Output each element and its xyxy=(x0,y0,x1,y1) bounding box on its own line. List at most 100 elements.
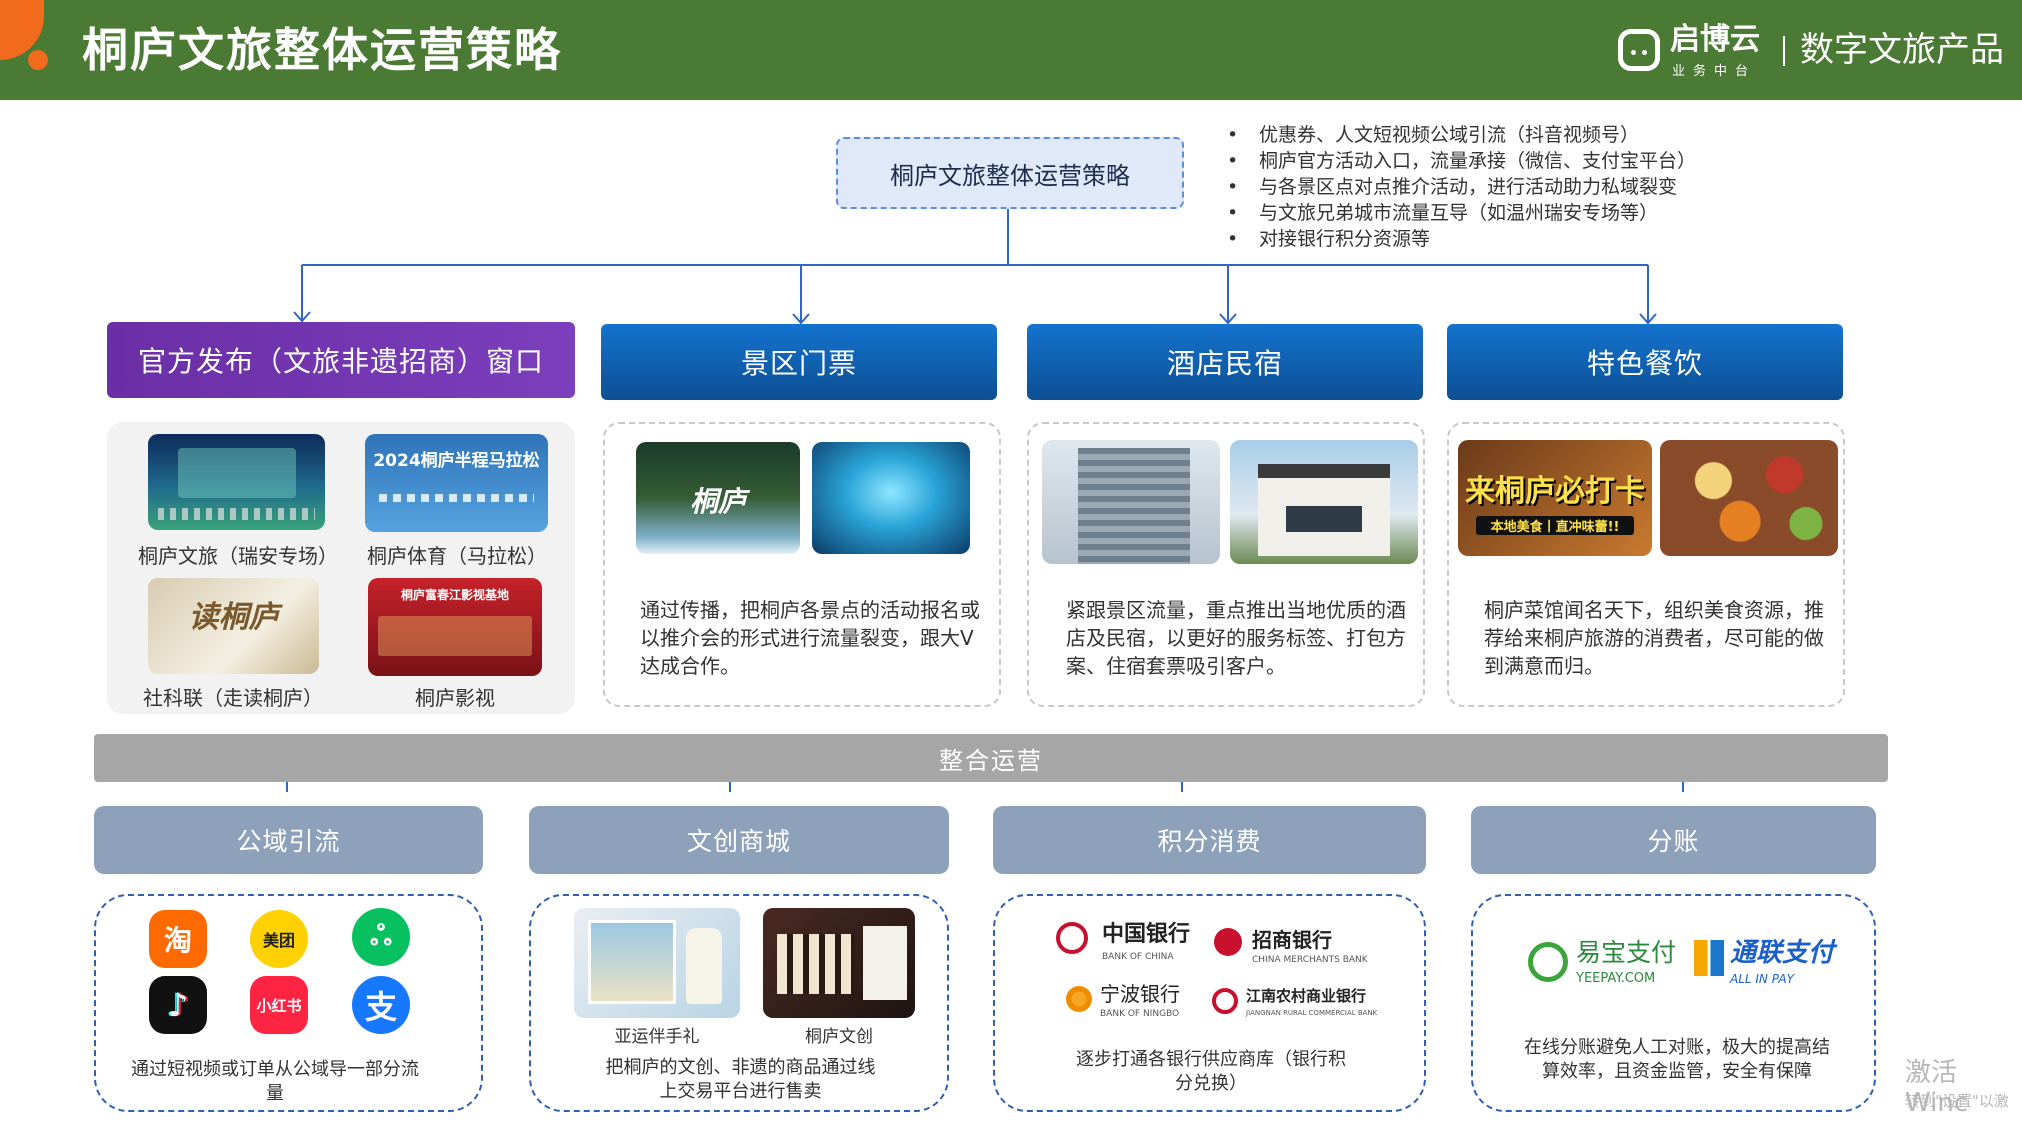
category-dining: 特色餐饮 xyxy=(1447,324,1843,400)
taobao-glyph: 淘 xyxy=(163,924,192,957)
bank-name-en: BANK OF NINGBO xyxy=(1100,1009,1180,1019)
alipay-glyph: 支 xyxy=(364,988,397,1026)
mall-caption: 桐庐文创 xyxy=(805,1027,873,1047)
split-description: 在线分账避免人工对账，极大的提高结算效率，且资金监管，安全有保障 xyxy=(1524,1037,1830,1082)
meituan-glyph: 美团 xyxy=(262,931,295,950)
official-caption: 社科联（走读桐庐） xyxy=(143,686,323,710)
marathon-image-text: 2024桐庐半程马拉松 xyxy=(373,451,540,471)
strategy-root-box: 桐庐文旅整体运营策略 xyxy=(836,137,1184,209)
logo-subtitle: 业务中台 xyxy=(1672,64,1757,79)
official-caption: 桐庐文旅（瑞安专场） xyxy=(138,544,338,568)
sub-mall-label: 文创商城 xyxy=(686,827,791,856)
sub-split-label: 分账 xyxy=(1647,827,1700,856)
qiboyun-logo-icon xyxy=(1618,29,1660,71)
payment-name: 易宝支付 xyxy=(1576,938,1677,967)
official-caption: 桐庐体育（马拉松） xyxy=(367,544,547,568)
ruian-event-image xyxy=(148,434,325,530)
tonglu-waterfall-image: 桐庐 xyxy=(636,442,800,554)
points-description: 逐步打通各银行供应商库（银行积分兑换） xyxy=(1076,1049,1346,1094)
sub-creative-mall: 文创商城 xyxy=(529,806,949,874)
film-base-image: 桐庐富春江影视基地 xyxy=(368,578,542,676)
cave-scenic-image xyxy=(812,442,970,554)
strategy-bullet: 对接银行积分资源等 xyxy=(1227,226,1696,252)
sub-points-label: 积分消费 xyxy=(1157,827,1262,856)
channels-glyph: ஃ xyxy=(370,918,392,952)
mall-caption: 亚运伴手礼 xyxy=(614,1027,700,1047)
bank-of-china: 中国银行 BANK OF CHINA xyxy=(1102,924,1190,968)
mall-description: 把桐庐的文创、非遗的商品通过线上交易平台进行售卖 xyxy=(605,1057,876,1102)
must-visit-food-image: 来桐庐必打卡 本地美食丨直冲味蕾!! xyxy=(1458,440,1652,556)
bank-name: 宁波银行 xyxy=(1100,982,1180,1006)
wechat-channels-icon: ஃ xyxy=(352,908,410,966)
food-image-title: 来桐庐必打卡 xyxy=(1465,474,1645,509)
xiaohongshu-glyph: 小红书 xyxy=(256,996,302,1015)
china-merchants-bank: 招商银行 CHINA MERCHANTS BANK xyxy=(1252,930,1368,970)
bank-name-en: CHINA MERCHANTS BANK xyxy=(1252,955,1368,965)
category-official: 官方发布（文旅非遗招商）窗口 xyxy=(107,322,575,398)
read-tonglu-image-text: 读桐庐 xyxy=(188,600,279,635)
strategy-bullet: 与各景区点对点推介活动，进行活动助力私域裂变 xyxy=(1227,174,1696,200)
category-dining-label: 特色餐饮 xyxy=(1586,347,1703,380)
page-title: 桐庐文旅整体运营策略 xyxy=(82,23,562,77)
tonglu-creative-image xyxy=(763,908,915,1018)
bank-name: 中国银行 xyxy=(1102,922,1191,947)
bank-of-ningbo-logo-icon xyxy=(1066,986,1092,1012)
hotel-building-image xyxy=(1042,440,1220,564)
category-tickets: 景区门票 xyxy=(601,324,997,400)
category-hotels: 酒店民宿 xyxy=(1027,324,1423,400)
payment-name-en: ALL IN PAY xyxy=(1730,972,1794,986)
category-hotels-label: 酒店民宿 xyxy=(1166,347,1283,380)
read-tonglu-image: 读桐庐 xyxy=(148,578,319,674)
payment-name: 通联支付 xyxy=(1730,938,1835,968)
public-description: 通过短视频或订单从公域导一部分流量 xyxy=(131,1059,419,1104)
yeepay-logo-icon xyxy=(1528,942,1568,982)
integration-label: 整合运营 xyxy=(939,746,1043,775)
bank-name: 江南农村商业银行 xyxy=(1246,987,1367,1005)
header-divider xyxy=(1783,36,1785,66)
payment-name-en: YEEPAY.COM xyxy=(1576,971,1656,986)
bank-of-china-logo-icon xyxy=(1056,922,1088,954)
jiangnan-rural-commercial-bank: 江南农村商业银行 JIANGNAN RURAL COMMERCIAL BANK xyxy=(1246,988,1377,1022)
xiaohongshu-icon: 小红书 xyxy=(250,976,308,1034)
sub-public-traffic: 公域引流 xyxy=(94,806,483,874)
cmb-logo-icon xyxy=(1214,928,1242,956)
tickets-description: 通过传播，把桐庐各景点的活动报名或以推介会的形式进行流量裂变，跟大V达成合作。 xyxy=(640,598,980,678)
local-dishes-image xyxy=(1660,440,1838,556)
bank-name-en: BANK OF CHINA xyxy=(1102,952,1174,962)
strategy-bullet: 与文旅兄弟城市流量互导（如温州瑞安专场等） xyxy=(1227,200,1696,226)
allinpay: 通联支付 ALL IN PAY xyxy=(1730,940,1834,992)
header-product-label: 数字文旅产品 xyxy=(1800,30,2004,70)
logo-name: 启博云 xyxy=(1670,22,1760,57)
asian-games-gift-image xyxy=(574,908,740,1018)
marathon-image: 2024桐庐半程马拉松 xyxy=(365,434,548,532)
bank-of-ningbo: 宁波银行 BANK OF NINGBO xyxy=(1100,984,1180,1024)
waterfall-image-text: 桐庐 xyxy=(689,485,746,518)
homestay-villa-image xyxy=(1230,440,1418,564)
strategy-bullet-list: 优惠券、人文短视频公域引流（抖音视频号） 桐庐官方活动入口，流量承接（微信、支付… xyxy=(1227,122,1696,252)
jiangnan-bank-logo-icon xyxy=(1212,988,1238,1014)
sub-split-accounts: 分账 xyxy=(1471,806,1876,874)
taobao-icon: 淘 xyxy=(149,910,207,968)
category-tickets-label: 景区门票 xyxy=(740,347,857,380)
category-official-label: 官方发布（文旅非遗招商）窗口 xyxy=(137,345,544,378)
strategy-bullet: 优惠券、人文短视频公域引流（抖音视频号） xyxy=(1227,122,1696,148)
dining-description: 桐庐菜馆闻名天下，组织美食资源，推荐给来桐庐旅游的消费者，尽可能的做到满意而归。 xyxy=(1484,598,1824,678)
sub-points-consumption: 积分消费 xyxy=(993,806,1426,874)
windows-activation-watermark-sub: 转到"设置"以激 xyxy=(1905,1092,2009,1110)
integration-bar: 整合运营 xyxy=(94,734,1888,782)
meituan-icon: 美团 xyxy=(250,910,308,968)
allinpay-logo-icon xyxy=(1694,940,1724,976)
official-caption: 桐庐影视 xyxy=(415,686,495,710)
bank-name-en: JIANGNAN RURAL COMMERCIAL BANK xyxy=(1246,1009,1378,1017)
yeepay: 易宝支付 YEEPAY.COM xyxy=(1576,940,1676,992)
food-image-subtitle: 本地美食丨直冲味蕾!! xyxy=(1476,516,1634,535)
bank-name: 招商银行 xyxy=(1252,928,1332,952)
alipay-icon: 支 xyxy=(352,976,410,1034)
header-accent-dot xyxy=(28,50,48,70)
sub-public-label: 公域引流 xyxy=(236,827,341,856)
douyin-icon: ♪ xyxy=(149,976,207,1034)
film-base-image-text: 桐庐富春江影视基地 xyxy=(400,588,509,602)
douyin-glyph: ♪ xyxy=(167,986,189,1024)
hotels-description: 紧跟景区流量，重点推出当地优质的酒店及民宿，以更好的服务标签、打包方案、住宿套票… xyxy=(1066,598,1406,678)
strategy-root-label: 桐庐文旅整体运营策略 xyxy=(890,161,1130,190)
